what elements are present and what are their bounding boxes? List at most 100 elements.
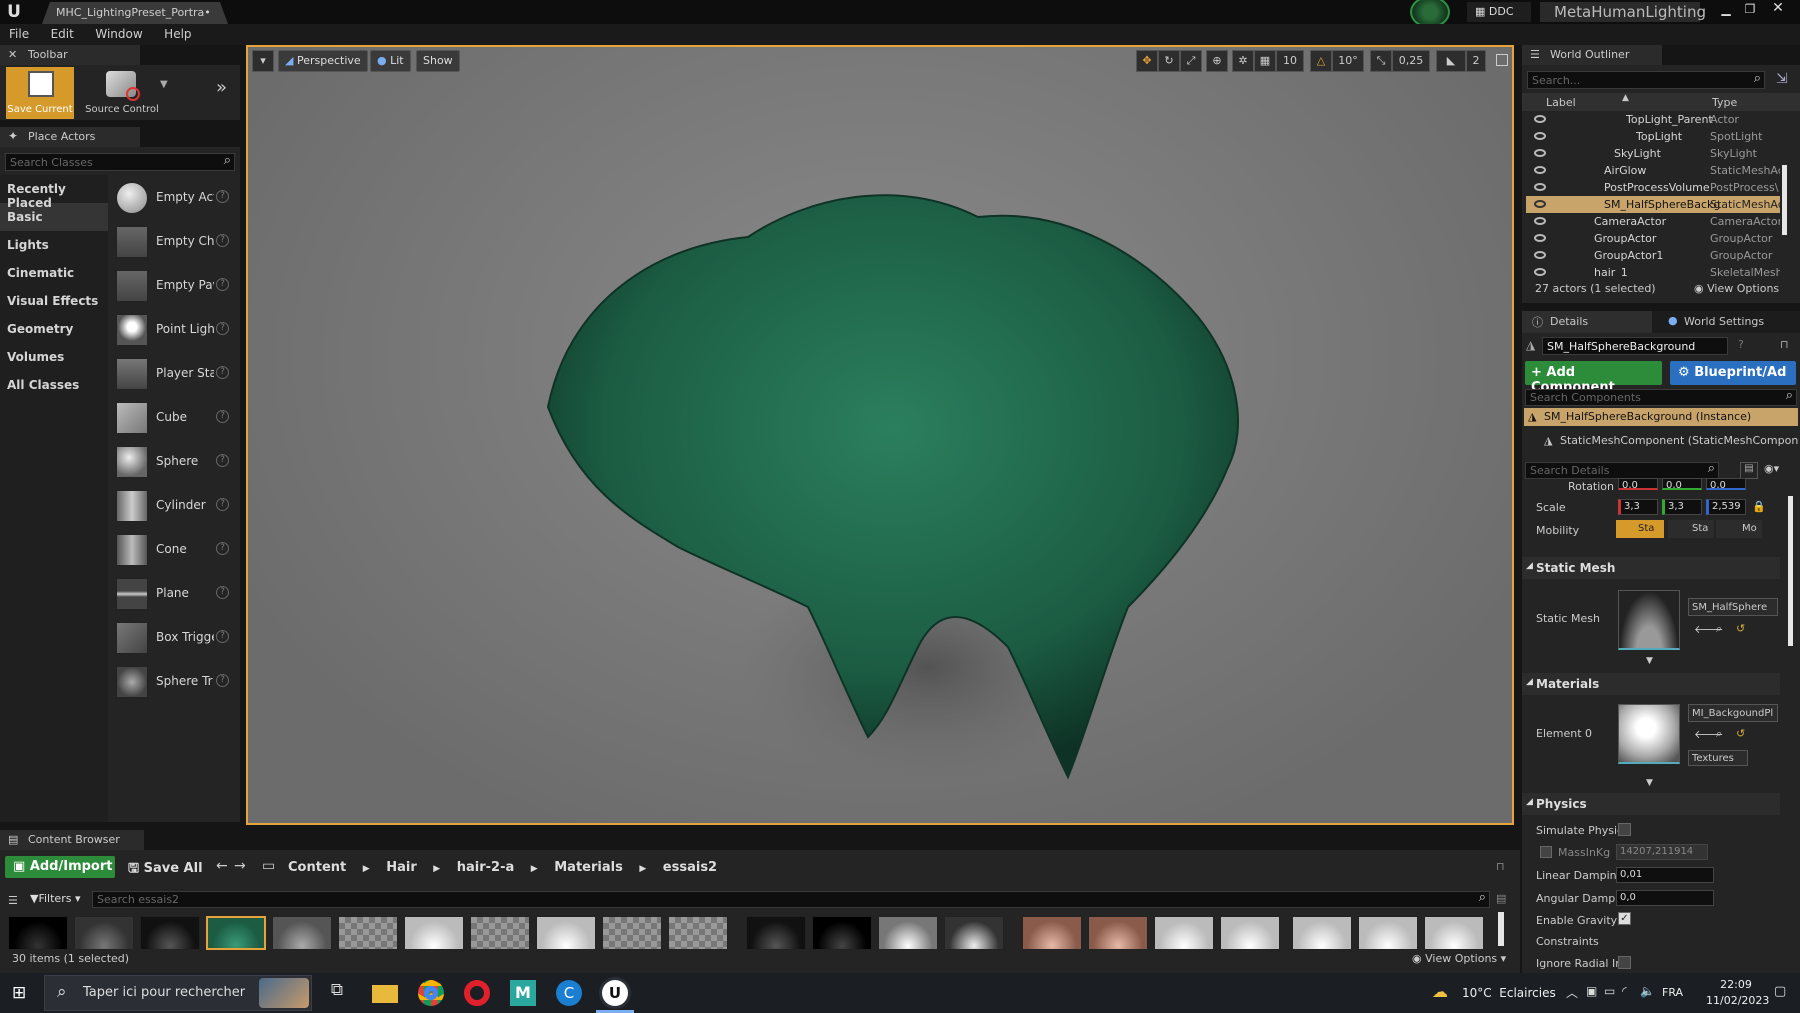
menu-edit[interactable]: Edit — [42, 24, 83, 44]
file-explorer-icon[interactable] — [372, 985, 398, 1003]
menu-file[interactable]: File — [0, 24, 38, 44]
grid-size[interactable]: 10 — [1276, 50, 1304, 72]
simulate-physics-checkbox[interactable] — [1618, 823, 1631, 836]
breadcrumb-materials[interactable]: Materials — [554, 860, 623, 875]
category-lights[interactable]: Lights — [0, 231, 108, 259]
visibility-eye-icon[interactable] — [1534, 132, 1546, 140]
search-details-input[interactable]: Search Details ⌕ — [1525, 461, 1719, 479]
category-recently-placed[interactable]: Recently Placed — [0, 175, 108, 210]
help-icon[interactable]: ? — [216, 630, 229, 643]
static-mesh-section[interactable]: ◢ Static Mesh — [1522, 557, 1780, 579]
source-control-button[interactable]: Source Control — [80, 67, 164, 119]
mobility-movable-button[interactable]: Mo — [1716, 520, 1762, 538]
visibility-eye-icon[interactable] — [1534, 200, 1546, 208]
breadcrumb-hair-2-a[interactable]: hair-2-a — [457, 860, 515, 875]
rotation-x-field[interactable]: 0,0 — [1618, 478, 1658, 490]
source-control-dropdown-icon[interactable]: ▼ — [160, 79, 168, 90]
actor-item-empty-character[interactable]: Empty Cha? — [116, 222, 238, 262]
asset-thumbnail[interactable] — [1154, 916, 1214, 950]
visibility-eye-icon[interactable] — [1534, 183, 1546, 191]
asset-thumbnail[interactable] — [812, 916, 872, 950]
viewport-options-button[interactable]: ▾ — [252, 50, 274, 72]
lock-browser-icon[interactable]: ⊓ — [1496, 860, 1505, 873]
linear-damping-field[interactable]: 0,01 — [1616, 867, 1714, 883]
show-button[interactable]: Show — [416, 50, 460, 72]
lock-details-icon[interactable]: ⊓ — [1780, 338, 1789, 351]
close-window-button[interactable]: ✕ — [1766, 0, 1790, 18]
lit-button[interactable]: ● Lit — [370, 50, 411, 72]
camera-speed-value[interactable]: 2 — [1466, 50, 1486, 72]
asset-thumbnail[interactable] — [746, 916, 806, 950]
tab-world-settings[interactable]: ● World Settings — [1662, 311, 1800, 333]
asset-thumbnail[interactable] — [8, 916, 68, 950]
asset-thumbnail[interactable] — [878, 916, 938, 950]
maya-icon[interactable]: M — [510, 980, 536, 1006]
unreal-logo-icon[interactable]: U — [4, 2, 24, 22]
clock-date[interactable]: 11/02/2023 — [1706, 994, 1769, 1007]
history-back-icon[interactable]: ← — [216, 858, 228, 874]
battery-icon[interactable]: ▭ — [1604, 984, 1615, 998]
windows-start-icon[interactable]: ⊞ — [12, 984, 30, 1002]
filters-button[interactable]: ▼Filters ▾ — [30, 892, 80, 905]
asset-thumbnail[interactable] — [470, 916, 530, 950]
component-row[interactable]: ◮ StaticMeshComponent (StaticMeshComponen… — [1540, 434, 1798, 452]
actor-item-empty-pawn[interactable]: Empty Pav? — [116, 266, 238, 306]
scale-lock-icon[interactable]: 🔒 — [1752, 500, 1766, 513]
asset-thumbnail[interactable] — [602, 916, 662, 950]
scale-icon[interactable]: ⤢ — [1180, 50, 1202, 72]
mobility-static-button[interactable]: Sta — [1616, 520, 1664, 538]
actor-item-cylinder[interactable]: Cylinder? — [116, 486, 238, 526]
material-dropdown[interactable]: MI_BackgoundPl — [1688, 704, 1778, 722]
translate-icon[interactable]: ✥ — [1136, 50, 1158, 72]
rotation-z-field[interactable]: 0,0 — [1706, 478, 1746, 490]
rotate-icon[interactable]: ↻ — [1158, 50, 1180, 72]
browse-icon[interactable]: ⌕ — [1716, 622, 1722, 636]
category-visual-effects[interactable]: Visual Effects — [0, 287, 108, 315]
task-view-icon[interactable]: ⧉ — [324, 980, 350, 1006]
outliner-row[interactable]: TopLight SpotLight — [1526, 128, 1780, 145]
category-geometry[interactable]: Geometry — [0, 315, 108, 343]
physics-section[interactable]: ◢ Physics — [1522, 793, 1780, 815]
help-icon[interactable]: ? — [216, 410, 229, 423]
actor-item-cone[interactable]: Cone? — [116, 530, 238, 570]
asset-thumbnail[interactable] — [1292, 916, 1352, 950]
asset-thumbnail[interactable] — [404, 916, 464, 950]
save-all-button[interactable]: 🖫 Save All — [124, 856, 203, 878]
angular-damping-field[interactable]: 0,0 — [1616, 890, 1714, 906]
help-icon[interactable]: ? — [216, 322, 229, 335]
asset-thumbnail[interactable] — [1220, 916, 1280, 950]
actor-item-sphere[interactable]: Sphere? — [116, 442, 238, 482]
details-view-options-icon[interactable]: ◉▾ — [1764, 462, 1779, 475]
notification-icon[interactable]: ▢ — [1774, 984, 1786, 999]
visibility-eye-icon[interactable] — [1534, 234, 1546, 242]
chrome-icon[interactable] — [418, 980, 444, 1006]
outliner-row[interactable]: PostProcessVolume PostProcess\ — [1526, 179, 1780, 196]
tab-details[interactable]: ⓘ Details — [1522, 311, 1652, 333]
textures-dropdown[interactable]: Textures — [1688, 750, 1748, 766]
ddc-button[interactable]: ▦ DDC — [1467, 2, 1531, 22]
scale-x-field[interactable]: 3,3 — [1618, 499, 1658, 515]
rotation-snap-icon[interactable]: △ — [1310, 50, 1332, 72]
browse-icon[interactable]: ⌕ — [1716, 727, 1722, 741]
material-thumbnail[interactable] — [1618, 704, 1680, 764]
enable-gravity-checkbox[interactable]: ✓ — [1618, 912, 1631, 925]
actor-item-sphere-trigger[interactable]: Sphere Tr? — [116, 662, 238, 702]
outliner-add-icon[interactable]: ⇲ — [1776, 71, 1788, 87]
help-icon[interactable]: ? — [216, 234, 229, 247]
asset-thumbnail[interactable] — [272, 916, 332, 950]
outliner-row[interactable]: GroupActor GroupActor — [1526, 230, 1780, 247]
save-search-icon[interactable]: ▤ — [1496, 892, 1506, 905]
breadcrumb-content[interactable]: Content — [288, 860, 346, 875]
visibility-eye-icon[interactable] — [1534, 217, 1546, 225]
outliner-search-input[interactable]: Search... ⌕ — [1527, 71, 1765, 89]
help-icon[interactable]: ? — [216, 586, 229, 599]
outliner-row[interactable]: hair_1 SkeletalMesh — [1526, 264, 1780, 276]
c-app-icon[interactable]: C — [556, 980, 582, 1006]
visibility-eye-icon[interactable] — [1534, 166, 1546, 174]
help-icon[interactable]: ? — [216, 674, 229, 687]
expand-arrow-icon[interactable]: ▼ — [1646, 778, 1653, 788]
asset-thumbnail[interactable] — [1088, 916, 1148, 950]
menu-window[interactable]: Window — [86, 24, 151, 44]
help-icon[interactable]: ? — [216, 454, 229, 467]
minimize-button[interactable]: ▁ — [1716, 2, 1736, 18]
